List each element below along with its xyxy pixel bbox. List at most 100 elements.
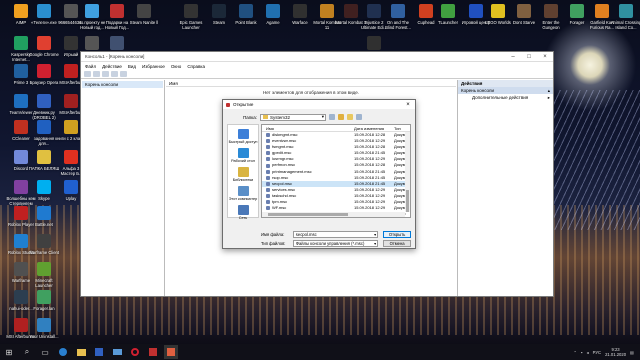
app-icon	[367, 4, 381, 18]
toolbar	[81, 70, 553, 79]
horizontal-scrollbar[interactable]	[262, 212, 405, 217]
help-icon[interactable]	[120, 71, 127, 77]
app-icon	[344, 4, 358, 18]
menu-file[interactable]: Файл	[85, 64, 96, 69]
app-icon	[595, 4, 609, 18]
menu-action[interactable]: Действие	[102, 64, 122, 69]
place-item[interactable]: Сеть	[228, 205, 258, 220]
mmc-titlebar[interactable]: Консоль1 - [Корень консоли] – □ ×	[81, 52, 553, 62]
desktop-icon[interactable]: Forager.lan	[28, 290, 60, 311]
app-icon	[37, 206, 51, 220]
dialog-close-icon[interactable]: ×	[401, 102, 415, 108]
filetype-label: Тип файлов:	[261, 240, 286, 246]
place-icon	[237, 129, 249, 139]
app-icon	[570, 4, 584, 18]
view-menu-icon[interactable]	[356, 114, 362, 120]
place-item[interactable]: Быстрый доступ	[228, 129, 258, 144]
col-date[interactable]: Дата изменения	[354, 125, 394, 131]
search-icon[interactable]: ⌕	[20, 345, 34, 359]
collapse-arrow-icon[interactable]: ▴	[548, 88, 550, 93]
app-icon	[85, 4, 99, 18]
desktop-icon[interactable]: Animal Crossing Island Co...	[610, 4, 640, 30]
vertical-scroll-thumb[interactable]	[406, 190, 409, 212]
store-icon[interactable]	[92, 345, 106, 359]
task-view-icon[interactable]: ▭	[38, 345, 52, 359]
place-item[interactable]: Библиотеки	[228, 167, 258, 182]
back-nav-icon[interactable]	[329, 114, 335, 120]
minimize-icon[interactable]: –	[505, 54, 521, 60]
place-item[interactable]: Этот компьютер	[228, 186, 258, 201]
edge-icon[interactable]	[56, 345, 70, 359]
open-dialog[interactable]: Открытие × Папка: System32 ▾ Быстрый дос…	[222, 99, 416, 249]
actions-header: Действия	[458, 80, 553, 87]
close-icon[interactable]: ×	[537, 54, 553, 60]
app-icon	[37, 150, 51, 164]
new-folder-icon[interactable]	[347, 114, 353, 120]
actions-subheader[interactable]: Корень консоли ▴	[458, 87, 553, 94]
msc-file-icon	[266, 181, 270, 186]
app-icon	[14, 4, 28, 18]
filename-input[interactable]: secpol.msc ▾	[292, 230, 379, 238]
place-item[interactable]: Рабочий стол	[228, 148, 258, 163]
menu-view[interactable]: Вид	[128, 64, 136, 69]
menu-favorites[interactable]: Избранное	[142, 64, 165, 69]
up-folder-icon[interactable]	[338, 114, 344, 120]
horizontal-scroll-thumb[interactable]	[268, 213, 348, 216]
col-type[interactable]: Тип	[394, 125, 410, 131]
app-icon	[619, 4, 633, 18]
app-icon	[137, 4, 151, 18]
tray-chevron-icon[interactable]: ⌃	[574, 350, 578, 355]
menu-help[interactable]: Справка	[187, 64, 205, 69]
desktop-icon-label: Warframe Client	[28, 250, 60, 255]
desktop-icon[interactable]: Battle.net	[28, 206, 60, 227]
msc-file-icon	[266, 175, 270, 180]
desktop-icon[interactable]: Steam Nanite ll	[128, 4, 160, 25]
app-icon	[14, 290, 28, 304]
properties-icon[interactable]	[111, 71, 118, 77]
vertical-scrollbar[interactable]	[405, 132, 410, 212]
filetype-select[interactable]: Файлы консоли управления (*.msc) ▾	[292, 239, 379, 247]
tree-root-node[interactable]: Корень консоли	[82, 81, 163, 88]
app-icon	[14, 262, 28, 276]
menu-window[interactable]: Окно	[171, 64, 181, 69]
desktop-icon[interactable]: Minecraft Launcher	[28, 262, 60, 288]
notifications-icon[interactable]: ▤	[630, 350, 634, 355]
dialog-titlebar[interactable]: Открытие ×	[223, 100, 415, 109]
filename-value: secpol.msc	[295, 231, 317, 237]
actions-pane: Действия Корень консоли ▴ Дополнительные…	[457, 80, 553, 296]
lookin-row: Папка: System32 ▾	[227, 113, 411, 121]
msc-file-icon	[266, 169, 270, 174]
taskbar-app-icon[interactable]	[146, 345, 160, 359]
clock[interactable]: 9:23 21.01.2020	[605, 347, 626, 357]
filename-dropdown-icon[interactable]: ▾	[374, 232, 377, 237]
msc-file-icon	[266, 133, 270, 138]
network-icon[interactable]: ▪	[581, 350, 583, 355]
opera-icon[interactable]	[128, 345, 142, 359]
mmc-taskbar-icon[interactable]	[164, 345, 178, 359]
start-icon[interactable]: ⊞	[2, 345, 16, 359]
open-button[interactable]: Открыть	[383, 230, 411, 238]
column-header-name[interactable]: Имя	[166, 80, 456, 87]
folder-tree-icon[interactable]	[102, 71, 109, 77]
language-indicator[interactable]: РУС	[593, 350, 601, 355]
desktop-icon[interactable]: Your Uninstall...	[28, 318, 60, 339]
mail-icon[interactable]	[110, 345, 124, 359]
lookin-combo[interactable]: System32 ▾	[260, 113, 326, 121]
app-icon	[14, 234, 28, 248]
more-actions-item[interactable]: Дополнительные действия ▸	[458, 94, 553, 102]
place-icon	[237, 167, 249, 177]
back-icon[interactable]	[84, 71, 91, 77]
forward-icon[interactable]	[93, 71, 100, 77]
volume-icon[interactable]: ◂	[587, 350, 589, 355]
col-name[interactable]: Имя	[262, 125, 354, 131]
desktop-icon-label: Forager.lan	[33, 306, 55, 311]
maximize-icon[interactable]: □	[521, 54, 537, 60]
desktop-icon[interactable]: Warframe Client	[28, 234, 60, 255]
file-list[interactable]: Имя Дата изменения Тип diskmgmt.msc 15.09…	[261, 124, 411, 218]
filetype-dropdown-icon[interactable]: ▾	[374, 241, 377, 246]
explorer-icon[interactable]	[74, 345, 88, 359]
app-icon	[517, 4, 531, 18]
cancel-button[interactable]: Отмена	[383, 239, 411, 247]
taskbar: ⊞ ⌕ ▭ ⌃ ▪ ◂ РУС 9:23 21.01.2020 ▤	[0, 344, 640, 360]
app-icon	[469, 4, 483, 18]
